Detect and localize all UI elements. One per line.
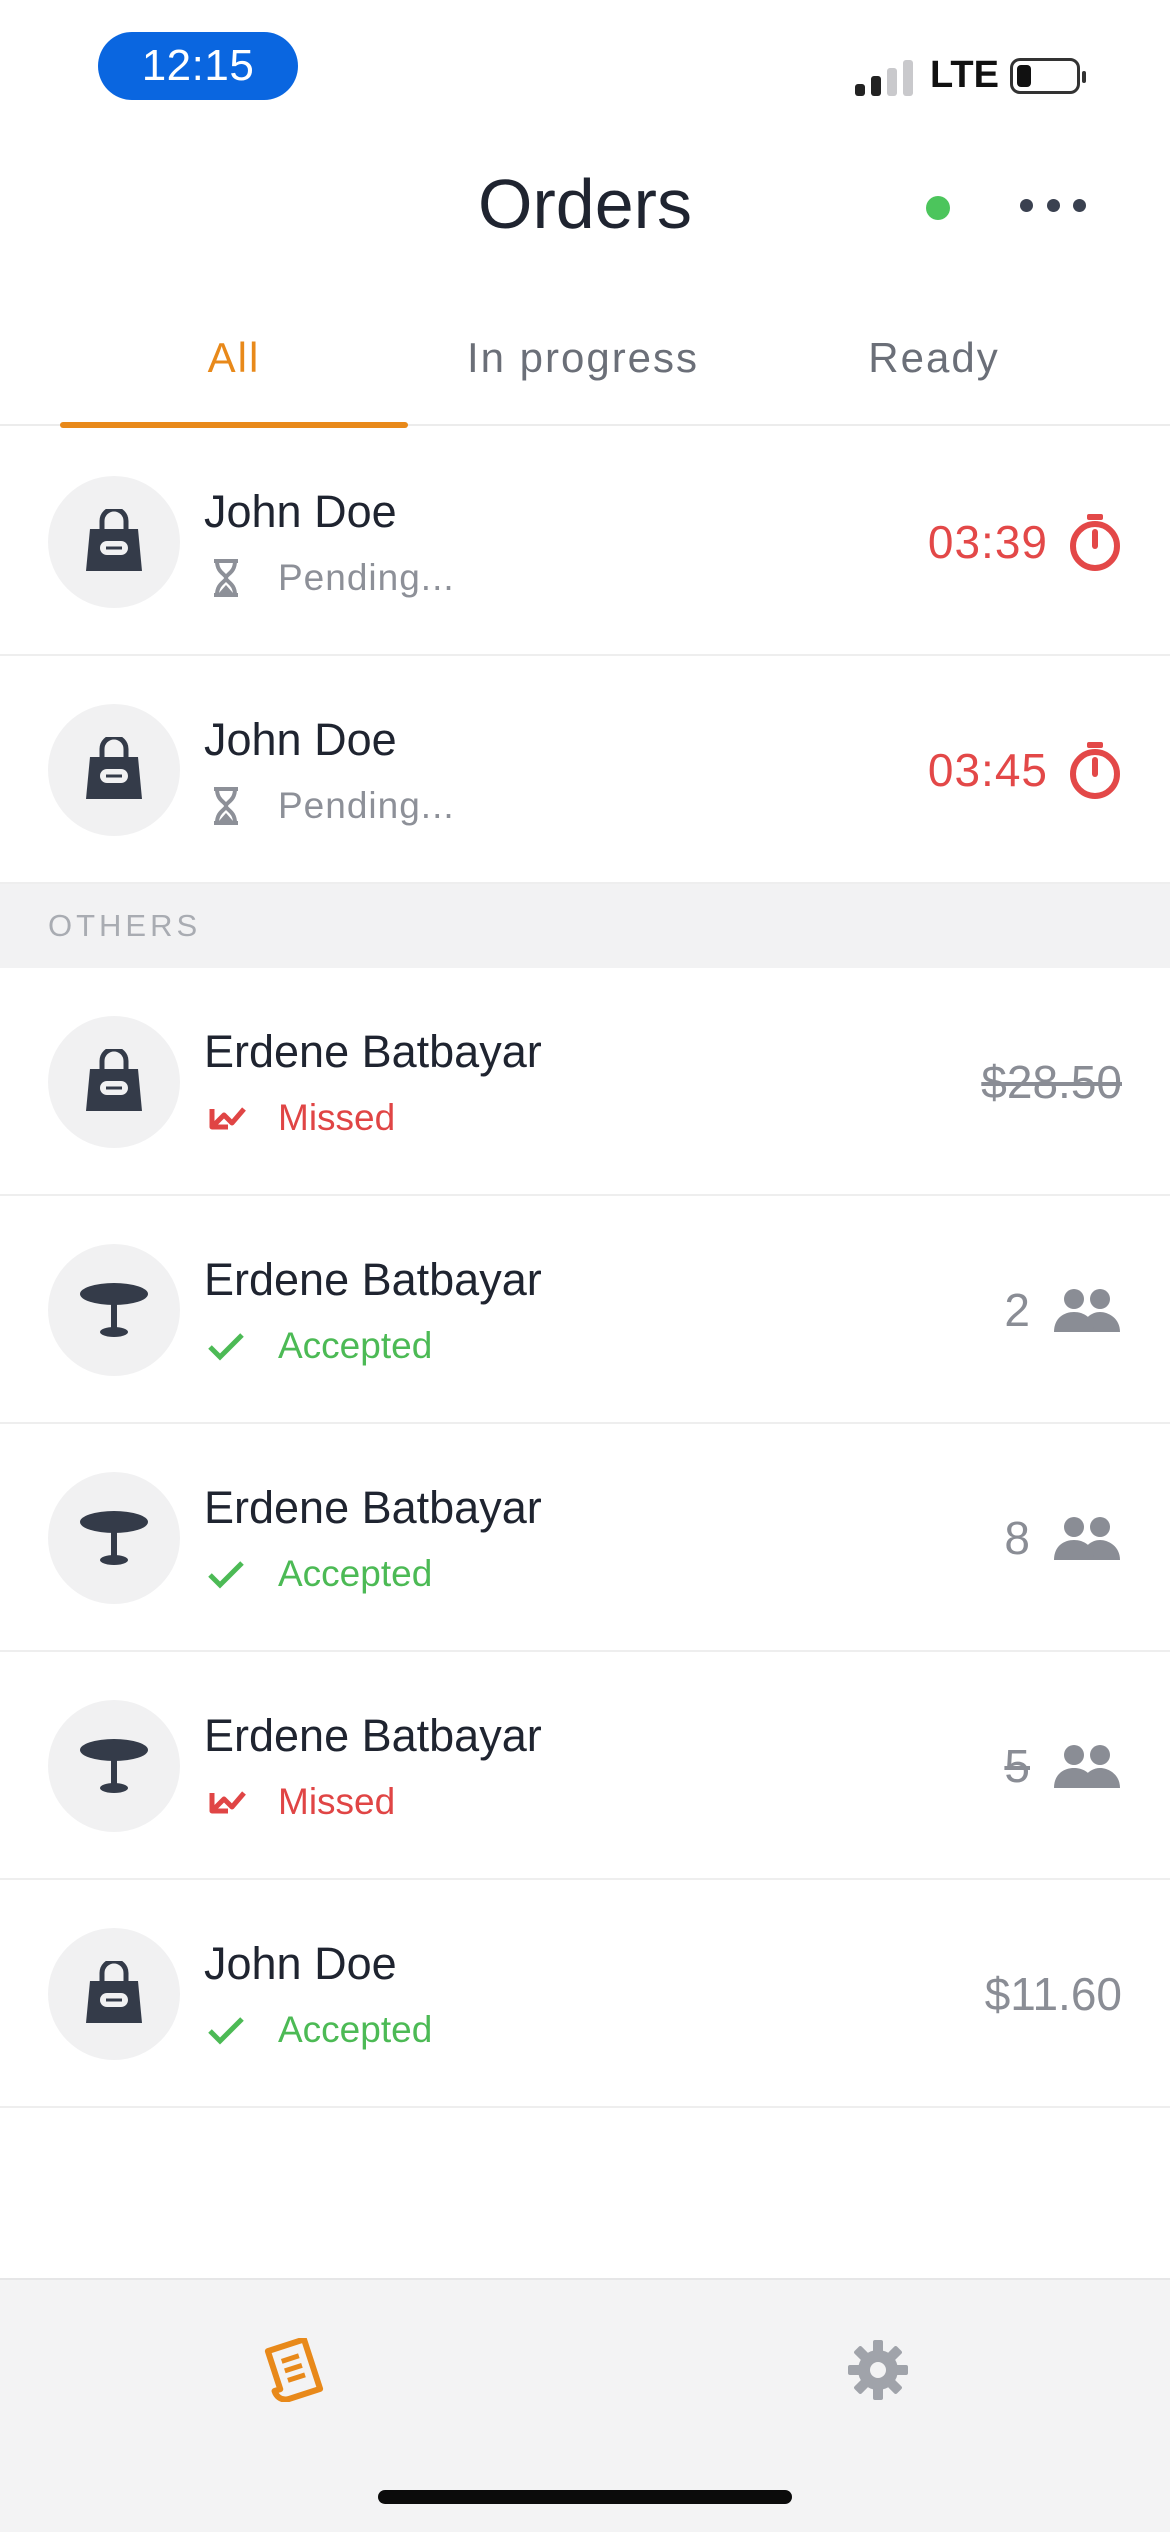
order-row[interactable]: John Doe Accepted $11.60: [0, 1880, 1170, 2108]
more-dot-icon: [1020, 198, 1033, 212]
hourglass-icon: [204, 784, 248, 828]
shopping-bag-icon: [86, 509, 142, 571]
order-row[interactable]: John Doe Pending... 03:39: [0, 428, 1170, 656]
order-status-label: Accepted: [278, 1553, 433, 1594]
others-section-header: OTHERS: [0, 884, 1170, 968]
status-bar: 12:15 LTE: [0, 0, 1170, 130]
order-meta: 03:45: [928, 656, 1122, 884]
order-status: Missed: [204, 1096, 395, 1140]
order-meta: 2: [1004, 1196, 1122, 1424]
online-status-indicator: [926, 196, 950, 220]
check-icon: [204, 1552, 248, 1596]
order-type-avatar: [48, 1472, 180, 1604]
guest-count: 5: [1004, 1740, 1030, 1792]
check-icon: [204, 2008, 248, 2052]
order-status-label: Accepted: [278, 1325, 433, 1366]
header: Orders: [0, 130, 1170, 280]
network-type: LTE: [930, 54, 999, 96]
customer-name: John Doe: [204, 1938, 397, 1989]
tabbar-orders[interactable]: [244, 2320, 344, 2420]
table-icon: [80, 1739, 148, 1793]
stopwatch-icon: [1070, 742, 1120, 799]
order-meta: 5: [1004, 1652, 1122, 1880]
order-row[interactable]: Erdene Batbayar Accepted 2: [0, 1196, 1170, 1424]
order-meta: 03:39: [928, 428, 1122, 656]
order-meta: $28.50: [981, 968, 1122, 1196]
page-title: Orders: [478, 165, 692, 243]
order-status-label: Pending...: [278, 557, 455, 598]
tab-all[interactable]: All: [60, 290, 408, 428]
order-type-avatar: [48, 1928, 180, 2060]
order-status: Pending...: [204, 556, 455, 600]
more-options-button[interactable]: [1020, 180, 1086, 230]
order-status: Pending...: [204, 784, 455, 828]
shopping-bag-icon: [86, 737, 142, 799]
order-status-label: Pending...: [278, 785, 455, 826]
guest-count: 8: [1004, 1512, 1030, 1564]
hourglass-icon: [204, 556, 248, 600]
customer-name: Erdene Batbayar: [204, 1254, 542, 1305]
order-type-avatar: [48, 1016, 180, 1148]
order-type-avatar: [48, 704, 180, 836]
shopping-bag-icon: [86, 1049, 142, 1111]
order-status-label: Missed: [278, 1097, 396, 1138]
order-row[interactable]: Erdene Batbayar Accepted 8: [0, 1424, 1170, 1652]
order-row[interactable]: Erdene Batbayar Missed 5: [0, 1652, 1170, 1880]
customer-name: Erdene Batbayar: [204, 1026, 542, 1077]
order-status-label: Missed: [278, 1781, 396, 1822]
people-icon: [1054, 1289, 1120, 1332]
check-icon: [204, 1324, 248, 1368]
home-indicator[interactable]: [378, 2490, 792, 2504]
customer-name: Erdene Batbayar: [204, 1482, 542, 1533]
more-dot-icon: [1073, 198, 1086, 212]
order-row[interactable]: John Doe Pending... 03:45: [0, 656, 1170, 884]
customer-name: John Doe: [204, 714, 397, 765]
section-label: OTHERS: [48, 908, 202, 943]
shopping-bag-icon: [86, 1961, 142, 2023]
settings-icon: [848, 2340, 908, 2400]
order-status: Accepted: [204, 1552, 432, 1596]
order-type-avatar: [48, 1244, 180, 1376]
guest-count: 2: [1004, 1284, 1030, 1336]
customer-name: Erdene Batbayar: [204, 1710, 542, 1761]
people-icon: [1054, 1517, 1120, 1560]
order-row[interactable]: Erdene Batbayar Missed $28.50: [0, 968, 1170, 1196]
battery-level: [1017, 65, 1031, 87]
order-filter-tabs: All In progress Ready: [0, 290, 1170, 428]
order-status: Missed: [204, 1780, 395, 1824]
tab-in-progress[interactable]: In progress: [408, 290, 758, 426]
battery-icon: [1010, 58, 1086, 94]
table-icon: [80, 1511, 148, 1565]
orders-icon: [264, 2338, 324, 2402]
order-status: Accepted: [204, 2008, 432, 2052]
tabbar-settings[interactable]: [828, 2320, 928, 2420]
order-status-label: Accepted: [278, 2009, 433, 2050]
table-icon: [80, 1283, 148, 1337]
order-type-avatar: [48, 1700, 180, 1832]
order-status: Accepted: [204, 1324, 432, 1368]
missed-arrow-icon: [204, 1096, 248, 1140]
stopwatch-icon: [1070, 514, 1120, 571]
order-price: $28.50: [981, 1056, 1122, 1108]
countdown-timer: 03:45: [927, 744, 1048, 796]
status-time: 12:15: [98, 32, 298, 100]
order-type-avatar: [48, 476, 180, 608]
order-price: $11.60: [984, 1968, 1122, 2020]
missed-arrow-icon: [204, 1780, 248, 1824]
order-meta: 8: [1004, 1424, 1122, 1652]
countdown-timer: 03:39: [927, 516, 1048, 568]
cellular-signal-icon: [855, 60, 915, 96]
customer-name: John Doe: [204, 486, 397, 537]
order-meta: $11.60: [985, 1880, 1122, 2108]
tab-ready[interactable]: Ready: [758, 290, 1110, 426]
more-dot-icon: [1046, 198, 1060, 212]
people-icon: [1054, 1745, 1120, 1788]
